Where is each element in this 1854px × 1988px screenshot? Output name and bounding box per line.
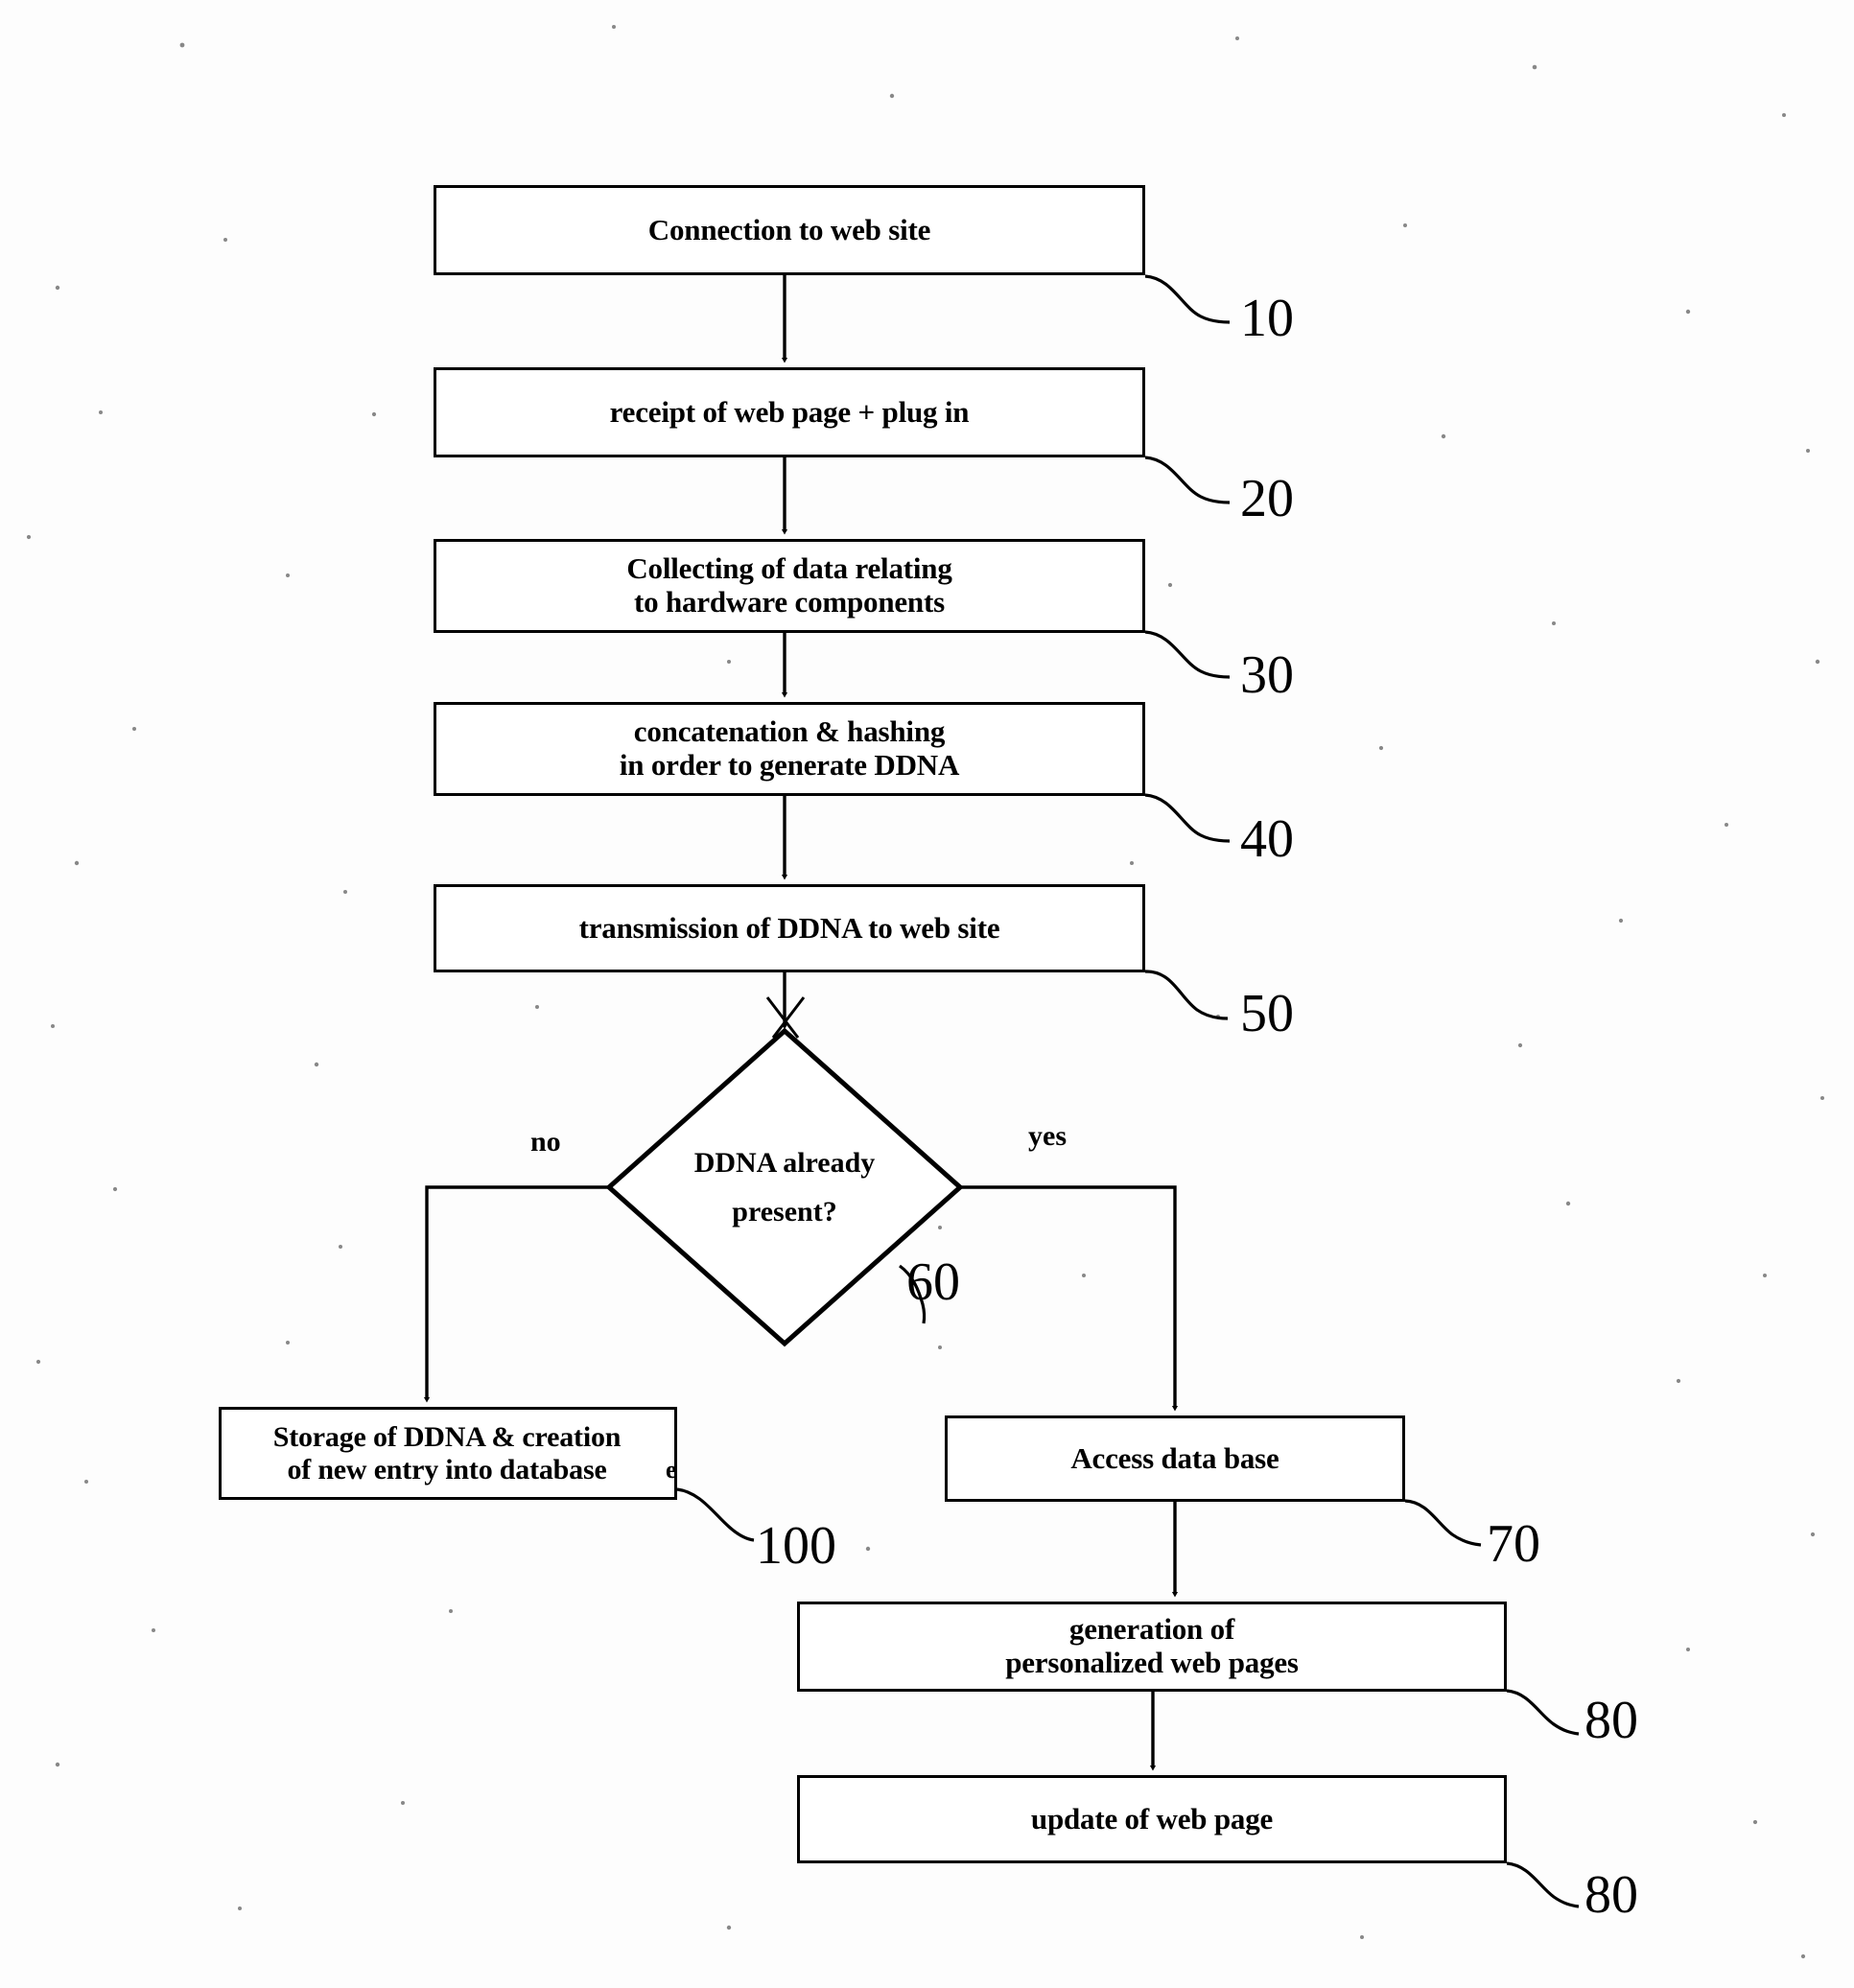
process-box-generation-label: generation of personalized web pages: [1005, 1612, 1299, 1679]
edge-60-yes-70: [960, 1185, 1175, 1408]
leader-30: [1144, 630, 1231, 679]
ref-numeral-10: 10: [1240, 288, 1294, 349]
process-box-collecting-label: Collecting of data relating to hardware …: [626, 551, 952, 619]
branch-label-no: no: [530, 1126, 561, 1158]
leader-100: [676, 1487, 755, 1542]
leader-10: [1144, 274, 1231, 324]
ref-numeral-60-text: 60: [906, 1252, 960, 1312]
ref-numeral-100: 100: [756, 1515, 836, 1577]
process-box-generation[interactable]: generation of personalized web pages: [797, 1602, 1507, 1692]
leader-70: [1404, 1499, 1482, 1547]
ref-numeral-10-text: 10: [1240, 289, 1294, 348]
edge-60-no-100: [427, 1185, 609, 1399]
process-box-transmission-label: transmission of DDNA to web site: [578, 910, 1000, 945]
process-box-concatenation-label: concatenation & hashing in order to gene…: [619, 714, 960, 782]
leader-20: [1144, 456, 1231, 504]
process-box-storage-label: Storage of DDNA & creation of new entry …: [272, 1420, 622, 1485]
ref-numeral-40-text: 40: [1240, 809, 1294, 869]
leader-80a: [1506, 1689, 1580, 1736]
process-box-transmission[interactable]: transmission of DDNA to web site: [434, 884, 1145, 972]
ref-numeral-50: 50: [1240, 983, 1294, 1044]
ref-numeral-80-generation: 80: [1584, 1690, 1638, 1751]
process-box-access-database-label: Access data base: [1070, 1440, 1279, 1475]
process-box-concatenation[interactable]: concatenation & hashing in order to gene…: [434, 702, 1145, 796]
ref-numeral-40: 40: [1240, 808, 1294, 870]
leader-80b: [1506, 1861, 1580, 1908]
process-box-connection-label: Connection to web site: [647, 212, 931, 246]
ref-numeral-30-text: 30: [1240, 645, 1294, 705]
branch-label-no-text: no: [530, 1126, 561, 1158]
branch-label-yes: yes: [1028, 1120, 1067, 1153]
branch-label-yes-text: yes: [1028, 1120, 1067, 1152]
process-box-collecting[interactable]: Collecting of data relating to hardware …: [434, 539, 1145, 633]
decision-label-text: DDNA already present?: [693, 1147, 876, 1228]
ref-numeral-100-text: 100: [756, 1516, 836, 1576]
ref-numeral-50-text: 50: [1240, 984, 1294, 1043]
ref-numeral-30: 30: [1240, 644, 1294, 706]
ref-numeral-20-text: 20: [1240, 469, 1294, 528]
ref-numeral-60: 60: [906, 1251, 960, 1313]
process-box-connection[interactable]: Connection to web site: [434, 185, 1145, 275]
process-box-access-database[interactable]: Access data base: [945, 1415, 1405, 1502]
process-box-update-label: update of web page: [1030, 1801, 1274, 1836]
ref-numeral-80-generation-text: 80: [1584, 1691, 1638, 1750]
storage-box-stray-glyph: e: [666, 1456, 677, 1485]
figure-page: Connection to web site receipt of web pa…: [0, 0, 1854, 1988]
storage-box-stray-glyph-text: e: [666, 1456, 677, 1484]
ref-numeral-80-update-text: 80: [1584, 1865, 1638, 1925]
process-box-storage[interactable]: Storage of DDNA & creation of new entry …: [219, 1407, 677, 1500]
ref-numeral-20: 20: [1240, 468, 1294, 529]
ref-numeral-70: 70: [1487, 1513, 1540, 1575]
leader-40: [1144, 793, 1231, 843]
process-box-receipt[interactable]: receipt of web page + plug in: [434, 367, 1145, 457]
ref-numeral-70-text: 70: [1487, 1514, 1540, 1574]
process-box-receipt-label: receipt of web page + plug in: [609, 394, 970, 429]
leader-50: [1144, 970, 1229, 1020]
ref-numeral-80-update: 80: [1584, 1864, 1638, 1926]
process-box-update[interactable]: update of web page: [797, 1775, 1507, 1863]
